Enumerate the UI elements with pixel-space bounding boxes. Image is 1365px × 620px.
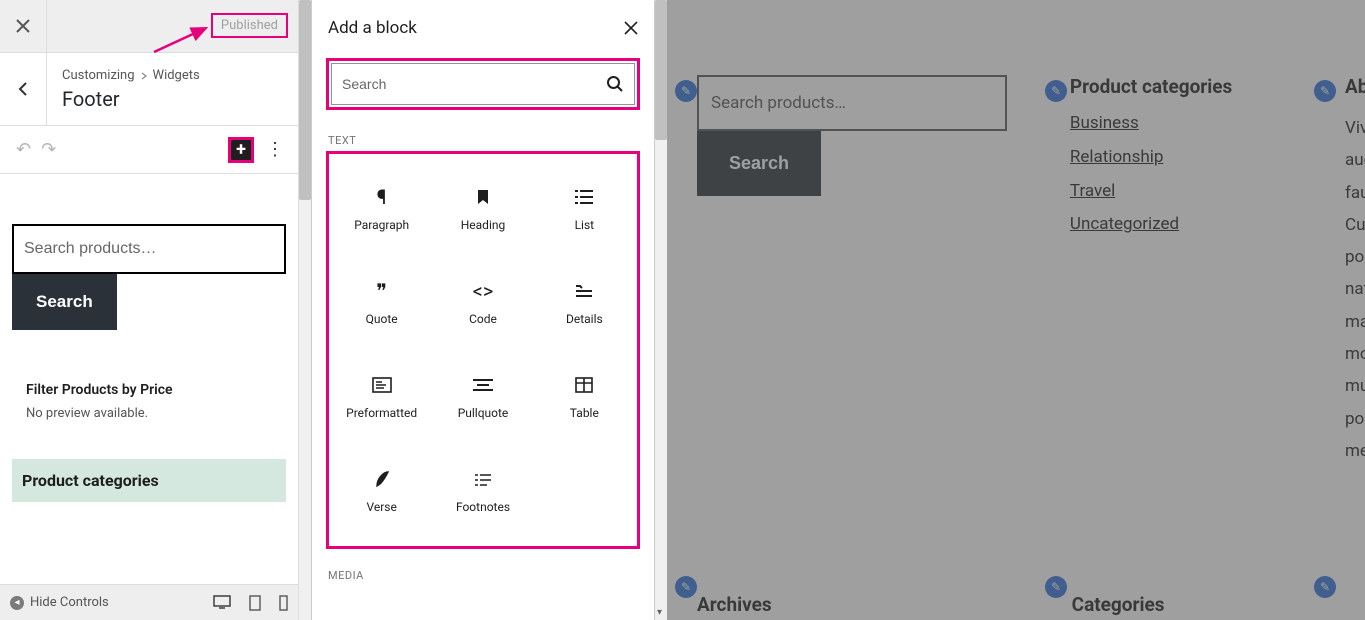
quote-icon: ❞ [376,280,387,302]
device-mobile-button[interactable] [279,595,288,611]
mobile-icon [279,595,288,611]
list-icon [574,186,594,208]
customizer-panel: Published Customizing Widgets Footer ↶ ↷… [0,0,299,620]
block-label: Pullquote [458,406,509,420]
block-list[interactable]: List [534,162,635,256]
filter-title: Filter Products by Price [26,382,272,398]
filter-products-card[interactable]: Filter Products by Price No preview avai… [12,368,286,435]
block-paragraph[interactable]: ¶ Paragraph [331,162,432,256]
block-label: Quote [366,312,398,326]
customizer-topbar: Published [0,0,298,53]
verse-icon [374,468,390,490]
breadcrumb-title: Footer [62,87,283,111]
redo-button[interactable]: ↷ [41,139,56,160]
block-details[interactable]: Details [534,256,635,350]
inserter-title: Add a block [328,18,417,38]
block-preformatted[interactable]: Preformatted [331,350,432,444]
paragraph-icon: ¶ [377,186,387,208]
block-label: Table [570,406,599,420]
block-heading[interactable]: Heading [432,162,533,256]
breadcrumb-section: Widgets [153,68,200,83]
details-icon [574,280,594,302]
block-label: Preformatted [346,406,417,420]
add-block-button[interactable]: + [228,137,254,163]
block-verse[interactable]: Verse [331,444,432,538]
search-icon [606,75,624,93]
collapse-icon: ◂ [10,596,24,610]
block-table[interactable]: Table [534,350,635,444]
block-label: Code [469,312,497,326]
device-desktop-button[interactable] [213,595,231,611]
search-products-button[interactable]: Search [12,274,117,330]
filter-subtitle: No preview available. [26,406,272,421]
device-tablet-button[interactable] [249,595,261,611]
block-label: Heading [461,218,506,232]
product-categories-block[interactable]: Product categories [12,459,286,502]
block-label: Paragraph [354,218,409,232]
footnotes-icon [473,468,493,490]
search-widget[interactable]: Search [12,224,286,330]
customizer-footer: ◂ Hide Controls [0,584,298,620]
code-icon: <> [473,280,494,302]
editor-toolbar: ↶ ↷ + ⋮ [0,126,298,174]
block-quote[interactable]: ❞ Quote [331,256,432,350]
close-customizer-button[interactable] [0,0,47,53]
breadcrumb: Customizing Widgets Footer [47,53,298,111]
preformatted-icon [372,374,392,396]
published-badge: Published [211,13,288,38]
scroll-down-icon: ▾ [657,607,662,618]
block-label: List [575,218,595,232]
product-categories-title: Product categories [22,471,276,490]
section-media-label: MEDIA [312,555,654,586]
block-footnotes[interactable]: Footnotes [432,444,533,538]
search-products-input[interactable] [14,226,284,272]
table-icon [575,374,593,396]
preview-scrollbar-left[interactable] [299,0,312,620]
back-button[interactable] [0,53,47,125]
inserter-search-wrap [326,58,640,110]
block-label: Footnotes [456,500,510,514]
chevron-left-icon [18,82,28,96]
undo-button[interactable]: ↶ [16,139,31,160]
plus-icon: + [236,139,246,160]
site-preview: Search products… Search Product categori… [667,0,1365,620]
inserter-scrollbar[interactable]: ▾ [654,0,667,620]
desktop-icon [213,595,231,609]
kebab-icon: ⋮ [266,139,284,160]
heading-icon [474,186,492,208]
customizer-header: Customizing Widgets Footer [0,53,298,126]
block-label: Details [566,312,603,326]
breadcrumb-root: Customizing [62,68,135,83]
inserter-close-button[interactable] [624,21,638,35]
close-icon [16,19,30,33]
blocks-text-grid: ¶ Paragraph Heading List ❞ Quote <> Code Details… [326,151,640,549]
inserter-search-input[interactable] [342,76,606,92]
chevron-right-icon [141,72,147,80]
close-icon [624,21,638,35]
block-pullquote[interactable]: Pullquote [432,350,533,444]
block-inserter-panel: Add a block TEXT ¶ Paragraph Heading List ❞ Q… [299,0,667,620]
block-code[interactable]: <> Code [432,256,533,350]
tablet-icon [249,595,261,611]
widget-editor-body: Search Filter Products by Price No previ… [0,174,298,584]
section-text-label: TEXT [312,120,654,151]
block-label: Verse [366,500,396,514]
hide-controls-button[interactable]: ◂ Hide Controls [10,595,109,610]
device-preview-buttons [213,595,288,611]
more-options-button[interactable]: ⋮ [260,139,290,160]
pullquote-icon [472,374,494,396]
hide-controls-label: Hide Controls [30,595,109,610]
